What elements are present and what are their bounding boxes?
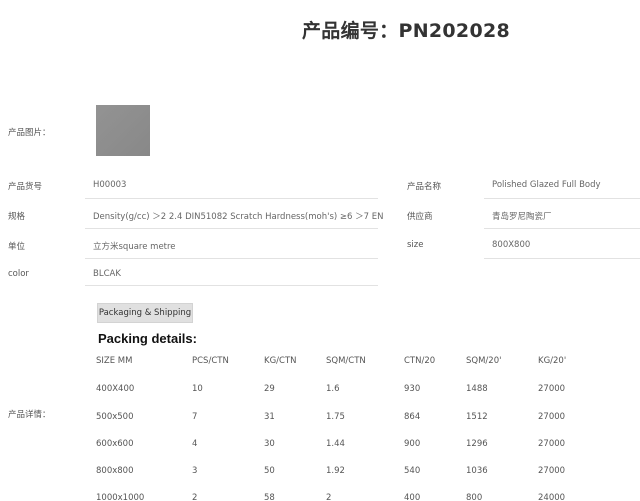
table-cell-kg-ctn: 50 [264,466,275,476]
table-cell-size: 600x600 [96,439,134,449]
color-value: BLCAK [93,269,121,279]
product-image[interactable] [96,105,150,156]
table-cell-sqm-ctn: 1.44 [326,439,345,449]
table-header-ctn-20: CTN/20 [404,356,436,366]
supplier-label: 供应商 [407,212,433,222]
product-name-label: 产品名称 [407,182,442,192]
item-no-label: 产品货号 [8,182,43,192]
table-cell-kg-20: 27000 [538,439,566,449]
table-cell-kg-ctn: 30 [264,439,275,449]
table-cell-sqm-ctn: 2 [326,493,332,501]
table-header-kg-ctn: KG/CTN [264,356,297,366]
color-label: color [8,269,29,279]
table-cell-pcs-ctn: 3 [192,466,198,476]
packaging-shipping-tab[interactable]: Packaging & Shipping [97,303,193,323]
product-details-label: 产品详情： [8,410,51,420]
table-header-sqm-20: SQM/20' [466,356,502,366]
table-cell-pcs-ctn: 4 [192,439,198,449]
table-cell-sqm-20: 1488 [466,384,488,394]
row-divider [85,228,378,229]
table-cell-ctn-20: 930 [404,384,421,394]
row-divider [484,198,640,199]
table-cell-ctn-20: 864 [404,412,421,422]
packing-details-title: Packing details: [98,331,197,346]
table-cell-kg-ctn: 29 [264,384,275,394]
table-cell-pcs-ctn: 7 [192,412,198,422]
table-cell-sqm-20: 1036 [466,466,488,476]
table-cell-kg-20: 27000 [538,466,566,476]
table-cell-ctn-20: 540 [404,466,421,476]
row-divider [85,198,378,199]
table-cell-sqm-ctn: 1.75 [326,412,345,422]
table-cell-kg-20: 27000 [538,384,566,394]
spec-label: 规格 [8,212,26,222]
table-cell-kg-20: 27000 [538,412,566,422]
table-cell-kg-20: 24000 [538,493,566,501]
table-header-kg-20: KG/20' [538,356,567,366]
row-divider [85,258,378,259]
table-header-sqm-ctn: SQM/CTN [326,356,366,366]
product-name-value: Polished Glazed Full Body [492,180,601,190]
row-divider [85,285,378,286]
table-cell-size: 400X400 [96,384,135,394]
table-cell-kg-ctn: 58 [264,493,275,501]
table-header-size: SIZE MM [96,356,133,366]
table-header-pcs-ctn: PCS/CTN [192,356,229,366]
row-divider [484,228,640,229]
table-cell-sqm-20: 800 [466,493,483,501]
row-divider [484,258,640,259]
table-cell-pcs-ctn: 2 [192,493,198,501]
size-label: size [407,240,424,250]
page-title: 产品编号：PN202028 [301,20,511,42]
table-cell-kg-ctn: 31 [264,412,275,422]
table-cell-sqm-ctn: 1.6 [326,384,340,394]
unit-label: 单位 [8,242,26,252]
table-cell-size: 500x500 [96,412,134,422]
unit-value: 立方米square metre [93,242,176,252]
table-cell-pcs-ctn: 10 [192,384,203,394]
table-cell-sqm-20: 1512 [466,412,488,422]
table-cell-size: 800x800 [96,466,134,476]
product-image-label: 产品图片： [8,128,51,138]
supplier-value: 青岛罗尼陶瓷厂 [492,212,552,222]
spec-value: Density(g/cc) ＞2 2.4 DIN51082 Scratch Ha… [93,212,384,222]
table-cell-ctn-20: 400 [404,493,421,501]
table-cell-ctn-20: 900 [404,439,421,449]
table-cell-sqm-20: 1296 [466,439,488,449]
item-no-value: H00003 [93,180,127,190]
table-cell-size: 1000x1000 [96,493,145,501]
size-value: 800X800 [492,240,531,250]
table-cell-sqm-ctn: 1.92 [326,466,345,476]
